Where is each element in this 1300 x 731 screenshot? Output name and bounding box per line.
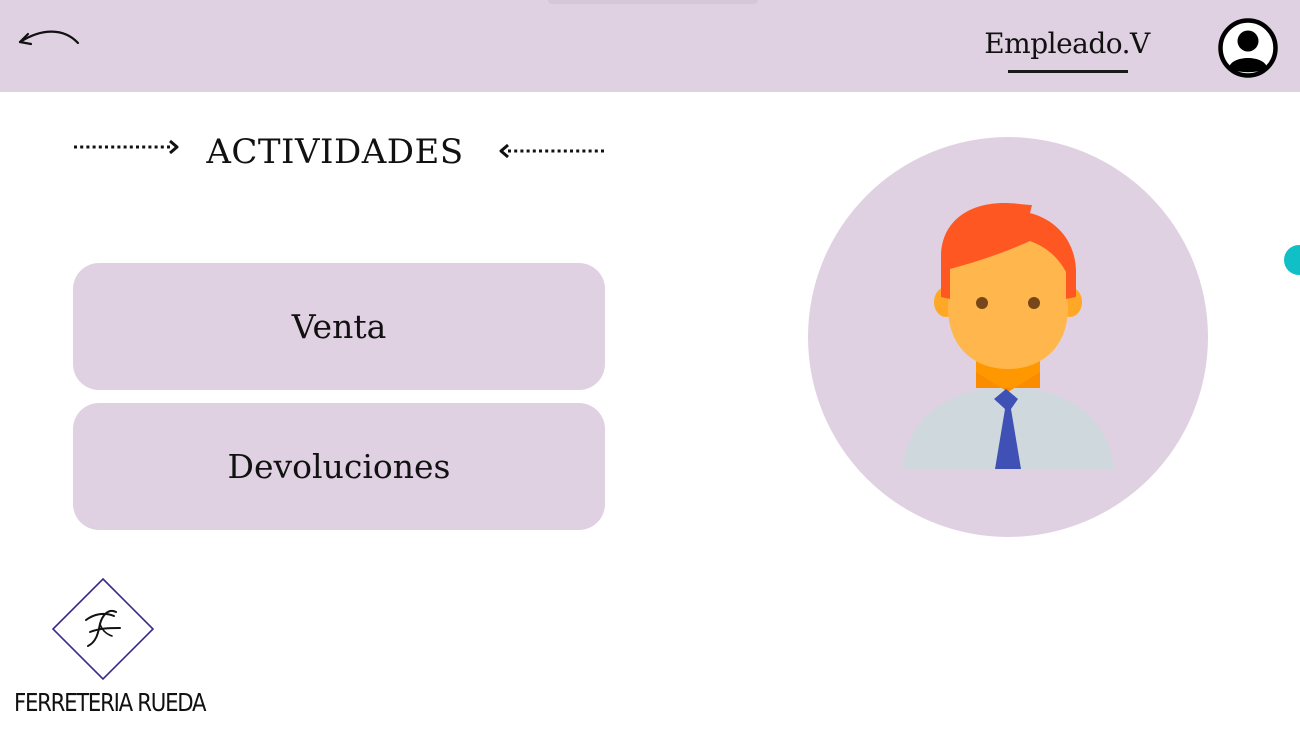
user-name-link[interactable]: Empleado.V (984, 26, 1150, 62)
devoluciones-button[interactable]: Devoluciones (73, 403, 605, 530)
dotted-arrow-right-icon (74, 139, 179, 155)
profile-button[interactable] (1217, 17, 1279, 79)
venta-button[interactable]: Venta (73, 263, 605, 390)
section-title: ACTIVIDADES (206, 132, 464, 172)
user-circle-icon (1218, 18, 1278, 78)
employee-avatar-icon (903, 203, 1114, 469)
employee-avatar (808, 137, 1208, 537)
top-handle (548, 0, 758, 4)
brand-name: FERRETERIA RUEDA (14, 688, 206, 717)
top-bar: Empleado.V (0, 0, 1300, 92)
back-button[interactable] (12, 22, 84, 54)
diamond-f-logo-icon (51, 577, 155, 681)
dotted-arrow-left-icon (499, 143, 604, 159)
back-arrow-icon (18, 30, 80, 46)
side-indicator-dot[interactable] (1284, 245, 1300, 275)
user-name-underline (1008, 70, 1128, 73)
